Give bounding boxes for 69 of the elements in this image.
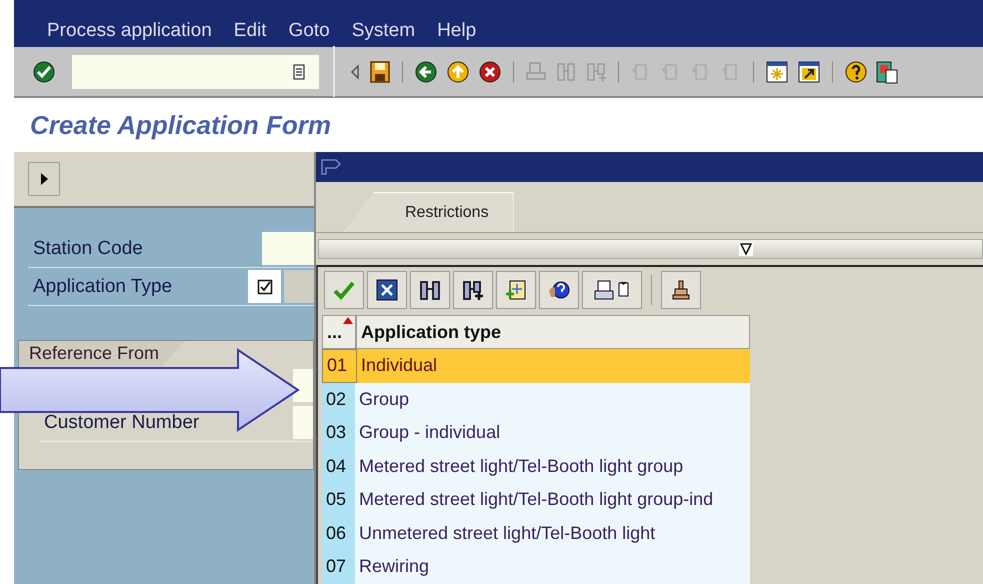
help-icon[interactable] bbox=[844, 60, 868, 84]
save-icon[interactable] bbox=[369, 60, 391, 84]
history-icon[interactable] bbox=[293, 64, 305, 80]
help-button[interactable] bbox=[539, 271, 579, 309]
input-field[interactable] bbox=[293, 368, 313, 402]
cancel-button[interactable] bbox=[367, 271, 407, 309]
back-icon[interactable] bbox=[414, 60, 438, 84]
find-button[interactable] bbox=[410, 271, 450, 309]
table-row[interactable]: 02 Group bbox=[322, 382, 750, 416]
input-field[interactable] bbox=[284, 270, 314, 303]
menu-item[interactable]: Goto bbox=[288, 20, 330, 42]
column-header[interactable]: ... bbox=[322, 315, 356, 349]
layout-icon[interactable] bbox=[876, 60, 898, 84]
new-document-icon bbox=[504, 279, 528, 301]
sort-icon bbox=[343, 317, 353, 324]
window-icon bbox=[320, 158, 342, 176]
field-label: Customer Number bbox=[43, 412, 200, 434]
table-row[interactable]: 04 Metered street light/Tel-Booth light group bbox=[322, 450, 750, 483]
table-row[interactable]: 05 Metered street light/Tel-Booth light group-ind bbox=[322, 483, 750, 516]
funnel-icon[interactable] bbox=[739, 242, 753, 256]
checkbox-icon[interactable] bbox=[256, 278, 273, 294]
field-label: Station Code bbox=[32, 238, 144, 260]
print-button[interactable] bbox=[582, 271, 642, 309]
table-row[interactable]: 07 Rewiring bbox=[322, 550, 750, 584]
column-header[interactable]: Application type bbox=[356, 315, 750, 349]
stamp-button[interactable] bbox=[661, 271, 701, 309]
binoculars-plus-icon bbox=[461, 279, 485, 301]
menu-item[interactable]: Edit bbox=[234, 20, 267, 42]
table-cell-text: Unmetered street light/Tel-Booth light bbox=[358, 522, 656, 545]
table-row[interactable]: 01 Individual bbox=[322, 349, 750, 382]
table-cell: 04 bbox=[322, 450, 355, 483]
find-next-button[interactable] bbox=[453, 271, 493, 309]
close-icon bbox=[375, 279, 399, 301]
expand-button[interactable] bbox=[28, 162, 60, 196]
table-cell: 06 bbox=[322, 516, 355, 550]
table-cell-text: Metered street light/Tel-Booth light group bbox=[358, 454, 684, 478]
table-cell-text: Group - individual bbox=[358, 421, 502, 444]
screen-title: Create Application Form bbox=[30, 110, 331, 140]
table-cell-text: Individual bbox=[360, 354, 438, 378]
menu-item[interactable]: Help bbox=[437, 20, 476, 42]
binoculars-icon bbox=[418, 279, 442, 301]
command-field[interactable] bbox=[72, 54, 319, 88]
table-cell-text: Rewiring bbox=[358, 555, 430, 578]
cancel-icon[interactable] bbox=[478, 60, 502, 84]
check-icon bbox=[332, 279, 356, 301]
new-window-icon[interactable] bbox=[765, 60, 789, 84]
table-cell: 02 bbox=[322, 382, 355, 416]
table-cell-text: Metered street light/Tel-Booth light group-ind bbox=[358, 488, 714, 512]
print-icon bbox=[593, 279, 631, 301]
table-row[interactable]: 03 Group - individual bbox=[322, 416, 750, 450]
field-label: Application Type bbox=[32, 276, 174, 298]
menu-item[interactable]: Process application bbox=[47, 20, 212, 42]
table-cell: 07 bbox=[322, 550, 355, 584]
shortcut-icon[interactable] bbox=[797, 60, 821, 84]
group-title: Reference From bbox=[19, 341, 186, 366]
enter-icon[interactable] bbox=[32, 60, 56, 84]
table-cell: 03 bbox=[322, 416, 355, 450]
play-icon bbox=[39, 172, 49, 186]
triangle-icon[interactable] bbox=[349, 62, 361, 82]
input-field[interactable] bbox=[262, 232, 314, 265]
menu-item[interactable]: System bbox=[352, 20, 416, 42]
table-cell-text: Group bbox=[358, 388, 410, 411]
table-cell: 05 bbox=[322, 483, 355, 516]
help-icon bbox=[547, 279, 571, 301]
new-entry-button[interactable] bbox=[496, 271, 536, 309]
tab[interactable]: Restrictions bbox=[344, 192, 514, 232]
table-cell: 01 bbox=[322, 349, 357, 382]
table-row[interactable]: 06 Unmetered street light/Tel-Booth light bbox=[322, 516, 750, 550]
input-field[interactable] bbox=[293, 406, 313, 439]
